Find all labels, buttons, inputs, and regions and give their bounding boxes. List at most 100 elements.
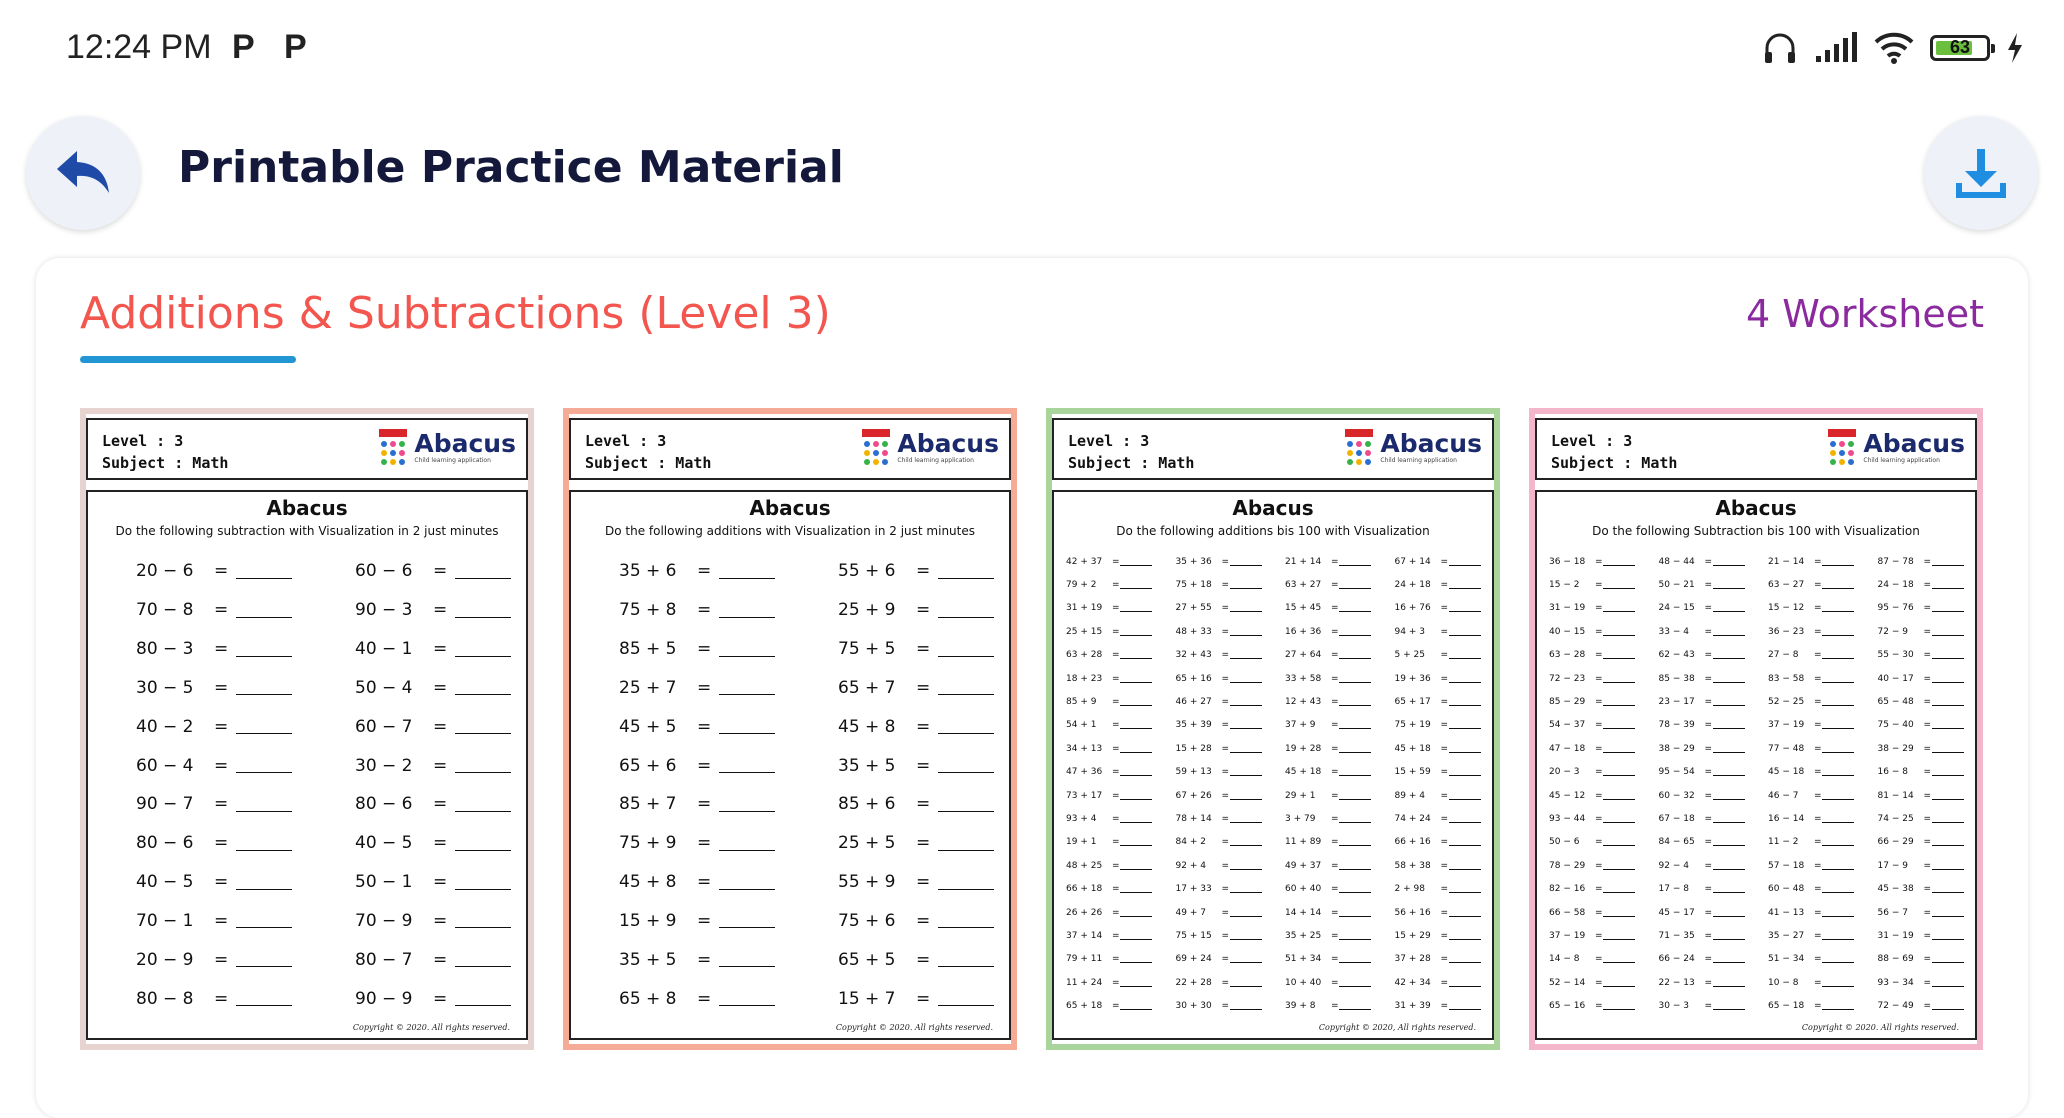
problem-expression: 80 − 6 — [136, 833, 194, 854]
equals-sign: = — [1112, 767, 1120, 778]
answer-blank — [938, 564, 994, 579]
problem-item: 46 + 27 = — [1164, 690, 1274, 713]
problem-item: 20 − 9 = — [88, 940, 307, 979]
equals-sign: = — [1814, 860, 1822, 871]
problem-item: 24 + 18 = — [1383, 573, 1493, 596]
problem-item: 80 − 8 = — [88, 979, 307, 1018]
problem-expression: 51 + 34 — [1285, 954, 1322, 965]
problem-expression: 34 + 13 — [1066, 743, 1103, 754]
equals-sign: = — [1704, 743, 1713, 754]
problem-expression: 31 + 19 — [1066, 603, 1103, 614]
equals-sign: = — [1923, 673, 1932, 684]
answer-blank — [1448, 721, 1481, 730]
equals-sign: = — [1112, 673, 1120, 684]
problem-item: 27 + 55 = — [1164, 597, 1274, 620]
signal-icon — [1816, 32, 1857, 62]
equals-sign: = — [697, 600, 712, 621]
problem-expression: 30 − 3 — [1658, 1001, 1689, 1012]
problem-expression: 33 + 58 — [1285, 673, 1322, 684]
equals-sign: = — [1112, 814, 1120, 825]
problem-item: 60 − 32 = — [1647, 784, 1757, 807]
problem-item: 66 − 24 = — [1647, 948, 1757, 971]
answer-blank — [236, 564, 292, 579]
download-button[interactable] — [1924, 116, 2038, 230]
answer-blank — [1822, 885, 1854, 894]
worksheet-instructions: Do the following additions bis 100 with … — [1116, 524, 1430, 538]
problem-item: 48 − 44 = — [1647, 550, 1757, 573]
problem-expression: 35 + 39 — [1175, 720, 1212, 731]
worksheet-thumbnail[interactable]: Level : 3 Subject : Math Abacus Child le… — [1046, 408, 1500, 1050]
answer-blank — [1339, 815, 1371, 824]
worksheet-instructions: Do the following additions with Visualiz… — [604, 524, 975, 538]
equals-sign: = — [1221, 931, 1230, 942]
problem-item: 65 − 18 = — [1756, 995, 1866, 1018]
problem-item: 90 − 9 = — [307, 979, 526, 1018]
problem-item: 15 + 29 = — [1383, 924, 1493, 947]
equals-sign: = — [1814, 626, 1822, 637]
answer-blank — [1822, 862, 1854, 870]
equals-sign: = — [1704, 626, 1713, 637]
problem-expression: 52 − 14 — [1549, 977, 1586, 988]
worksheet-body: Abacus Do the following Subtraction bis … — [1535, 490, 1977, 1040]
answer-blank — [1229, 745, 1262, 753]
equals-sign: = — [1595, 743, 1603, 754]
answer-blank — [1120, 698, 1152, 707]
problem-expression: 74 − 25 — [1877, 814, 1914, 825]
problem-item: 84 − 65 = — [1647, 831, 1757, 854]
equals-sign: = — [1112, 556, 1120, 567]
problem-expression: 80 − 7 — [355, 949, 413, 970]
problem-item: 58 + 38 = — [1383, 854, 1493, 877]
answer-blank — [1931, 581, 1964, 590]
problem-item: 23 − 17 = — [1647, 690, 1757, 713]
equals-sign: = — [1440, 837, 1449, 848]
problem-item: 16 + 76 = — [1383, 597, 1493, 620]
problem-item: 16 + 36 = — [1273, 620, 1383, 643]
equals-sign: = — [1704, 580, 1713, 591]
problem-expression: 48 + 33 — [1175, 626, 1212, 637]
equals-sign: = — [433, 716, 448, 737]
worksheet-copyright: Copyright © 2020. All rights reserved. — [835, 1023, 993, 1032]
problem-item: 16 − 14 = — [1756, 807, 1866, 830]
back-button[interactable] — [26, 116, 140, 230]
answer-blank — [236, 952, 292, 968]
problem-expression: 70 − 8 — [136, 600, 194, 621]
worksheet-thumbnail[interactable]: Level : 3 Subject : Math Abacus Child le… — [1529, 408, 1983, 1050]
worksheet-thumbnail[interactable]: Level : 3 Subject : Math Abacus Child le… — [80, 408, 534, 1050]
problem-expression: 15 − 12 — [1768, 603, 1805, 614]
problem-item: 17 + 33 = — [1164, 878, 1274, 901]
worksheet-thumbnail[interactable]: Level : 3 Subject : Math Abacus Child le… — [563, 408, 1017, 1050]
problem-item: 45 + 5 = — [571, 707, 790, 746]
answer-blank — [1339, 721, 1371, 730]
answer-blank — [1712, 838, 1745, 847]
answer-blank — [1603, 768, 1635, 777]
problem-expression: 35 + 6 — [619, 561, 677, 582]
problem-item: 15 + 59 = — [1383, 761, 1493, 784]
answer-blank — [1448, 862, 1481, 870]
problem-expression: 19 + 1 — [1066, 837, 1097, 848]
problem-expression: 49 + 37 — [1285, 860, 1322, 871]
answer-blank — [1822, 792, 1854, 800]
problem-item: 42 + 37 = — [1054, 550, 1164, 573]
problem-expression: 56 + 16 — [1394, 907, 1431, 918]
abacus-icon — [1345, 429, 1374, 465]
equals-sign: = — [1440, 931, 1449, 942]
problem-expression: 37 − 19 — [1768, 720, 1805, 731]
problem-item: 60 − 4 = — [88, 746, 307, 785]
answer-blank — [1603, 862, 1635, 870]
problem-item: 73 + 17 = — [1054, 784, 1164, 807]
headphones-icon — [1765, 33, 1795, 63]
equals-sign: = — [697, 716, 712, 737]
problem-item: 55 + 9 = — [790, 863, 1009, 902]
equals-sign: = — [1704, 954, 1713, 965]
equals-sign: = — [1440, 1001, 1449, 1012]
answer-blank — [1822, 581, 1854, 590]
answer-blank — [1229, 1002, 1262, 1011]
problem-expression: 55 − 30 — [1877, 650, 1914, 661]
equals-sign: = — [1221, 767, 1230, 778]
problem-item: 19 + 1 = — [1054, 831, 1164, 854]
problem-item: 78 − 29 = — [1537, 854, 1647, 877]
answer-blank — [1603, 604, 1635, 613]
problem-expression: 11 + 24 — [1066, 977, 1103, 988]
worksheet-header: Level : 3 Subject : Math Abacus Child le… — [1052, 418, 1494, 480]
problem-expression: 45 + 8 — [838, 716, 896, 737]
